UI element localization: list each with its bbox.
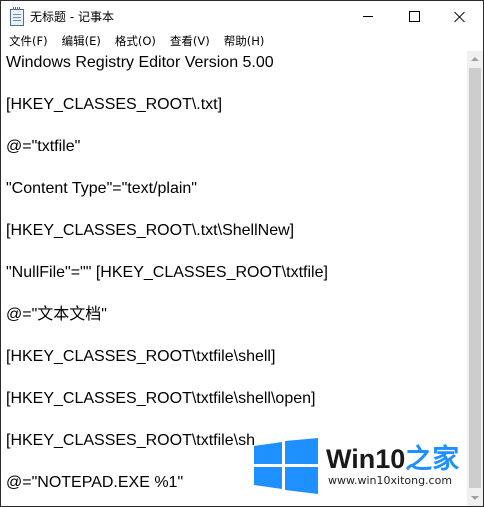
menu-help[interactable]: 帮助(H) [218, 32, 271, 51]
maximize-button[interactable] [391, 1, 437, 32]
close-icon [454, 11, 466, 23]
text-line: [HKEY_CLASSES_ROOT\txtfile\sh [6, 432, 255, 449]
text-line: "NullFile"="" [HKEY_CLASSES_ROOT\txtfile… [6, 264, 328, 281]
text-line: [HKEY_CLASSES_ROOT\txtfile\shell\open] [6, 390, 316, 407]
text-line: @="txtfile" [6, 138, 81, 155]
menu-format[interactable]: 格式(O) [109, 32, 162, 51]
text-line: "Content Type"="text/plain" [6, 180, 197, 197]
watermark: Win10之家 www.win10xitong.com [254, 436, 484, 506]
scrollbar-thumb[interactable] [469, 68, 481, 488]
notepad-window: 无标题 - 记事本 文件(F) 编辑(E) 格式(O) 查看(V) 帮助(H) … [0, 0, 484, 507]
notepad-icon[interactable] [10, 7, 24, 26]
watermark-url: www.win10xitong.com [328, 474, 453, 487]
watermark-brand-suffix: 之家 [405, 444, 460, 474]
window-title: 无标题 - 记事本 [30, 10, 114, 24]
menu-view[interactable]: 查看(V) [164, 32, 216, 51]
title-bar[interactable]: 无标题 - 记事本 [1, 1, 483, 32]
close-button[interactable] [437, 1, 483, 32]
menu-edit[interactable]: 编辑(E) [56, 32, 107, 51]
maximize-icon [408, 11, 420, 22]
minimize-button[interactable] [345, 1, 391, 32]
text-line: [HKEY_CLASSES_ROOT\.txt\ShellNew] [6, 222, 295, 239]
text-line: @="NOTEPAD.EXE %1" [6, 474, 184, 491]
minimize-icon [363, 16, 373, 17]
text-line: [HKEY_CLASSES_ROOT\.txt] [6, 96, 223, 113]
windows-logo [254, 438, 318, 494]
watermark-brand: Win10之家 [326, 437, 459, 476]
scroll-up-icon[interactable] [471, 57, 479, 61]
text-line: Windows Registry Editor Version 5.00 [6, 54, 274, 71]
watermark-brand-prefix: Win10 [326, 444, 406, 474]
menu-bar: 文件(F) 编辑(E) 格式(O) 查看(V) 帮助(H) [1, 32, 483, 51]
text-line: [HKEY_CLASSES_ROOT\txtfile\shell] [6, 348, 276, 365]
menu-file[interactable]: 文件(F) [3, 32, 54, 51]
text-line: @="文本文档" [6, 306, 107, 323]
